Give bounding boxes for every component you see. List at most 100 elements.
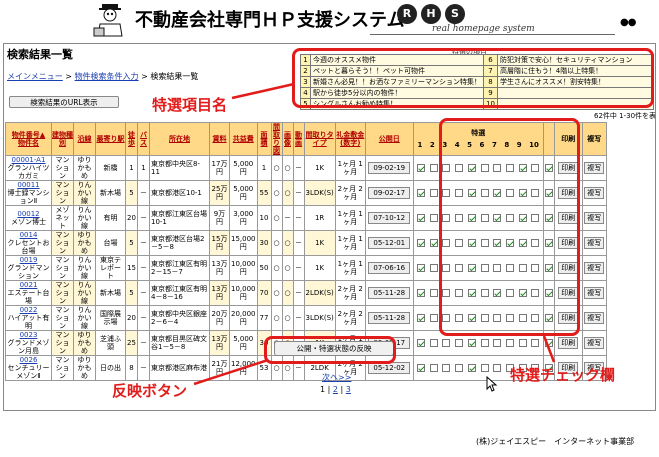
column-header[interactable]: 賃料: [209, 122, 230, 156]
publish-date-button[interactable]: 07-06-16: [368, 262, 411, 274]
column-header[interactable]: 物件番号▲ 物件名: [5, 122, 52, 156]
special-checkbox[interactable]: [417, 164, 426, 172]
property-id-link[interactable]: 0026: [7, 357, 50, 365]
special-checkbox[interactable]: [429, 314, 438, 322]
special-checkbox[interactable]: [429, 289, 438, 297]
property-id-link[interactable]: 0022: [7, 307, 50, 315]
logo-dots: ●●: [620, 17, 636, 28]
publish-date-cell: 05-12-01: [364, 230, 414, 256]
breadcrumb: メインメニュー > 物件検索条件入力 > 検索結果一覧: [7, 71, 198, 82]
copy-cell: 複写: [581, 155, 607, 181]
column-header[interactable]: 画像: [281, 122, 294, 156]
breadcrumb-search-conditions[interactable]: 物件検索条件入力: [75, 72, 139, 81]
special-checkbox[interactable]: [493, 364, 502, 372]
floorplan-flag: ○: [270, 305, 283, 331]
special-checkbox[interactable]: [417, 239, 426, 247]
special-checkbox[interactable]: [417, 214, 426, 222]
rent: 25万円: [209, 180, 230, 206]
publish-date-button[interactable]: 05-12-01: [368, 237, 411, 249]
column-header[interactable]: 動画: [292, 122, 305, 156]
copy-button[interactable]: 複写: [584, 337, 605, 349]
property-id-link[interactable]: 0021: [7, 282, 50, 290]
area: 55: [256, 180, 272, 206]
special-checkbox[interactable]: [531, 339, 540, 347]
copy-cell: 複写: [581, 180, 607, 206]
page-link-3[interactable]: 3: [346, 385, 351, 394]
special-checkbox[interactable]: [505, 339, 514, 347]
area: 10: [256, 205, 272, 231]
special-checkbox[interactable]: [493, 339, 502, 347]
special-checkbox[interactable]: [442, 339, 451, 347]
show-url-button[interactable]: 検索結果のURL表示: [9, 96, 119, 108]
special-checkbox[interactable]: [417, 264, 426, 272]
property-id-link[interactable]: 00011: [7, 182, 50, 190]
property-name: センチュリーメゾンⅡ: [7, 364, 50, 380]
train-line: ゆりかもめ: [73, 330, 96, 356]
property-id-link[interactable]: 00001-A1: [7, 157, 50, 165]
column-header[interactable]: 建物種別: [51, 122, 74, 156]
publish-date-button[interactable]: 07-10-12: [368, 212, 411, 224]
publish-date-button[interactable]: 09-02-19: [368, 162, 411, 174]
common-fee: 15,000円: [229, 230, 258, 256]
publish-date-button[interactable]: 09-02-17: [368, 187, 411, 199]
publish-date-button[interactable]: 05-11-28: [368, 312, 411, 324]
special-checkbox[interactable]: [417, 339, 426, 347]
special-checkbox[interactable]: [467, 364, 476, 372]
special-checkbox[interactable]: [429, 189, 438, 197]
page-link-2[interactable]: 2: [333, 385, 338, 394]
special-checkbox[interactable]: [455, 364, 464, 372]
special-checkbox[interactable]: [417, 364, 426, 372]
copy-button[interactable]: 複写: [584, 162, 605, 174]
column-header[interactable]: 徒歩: [125, 122, 138, 156]
special-checkbox[interactable]: [417, 189, 426, 197]
publish-date-button[interactable]: 05-11-28: [368, 287, 411, 299]
floorplan-flag: ○: [270, 205, 283, 231]
special-checkbox[interactable]: [480, 364, 489, 372]
special-checkbox[interactable]: [518, 339, 527, 347]
special-checkbox[interactable]: [455, 339, 464, 347]
layout-type: 1K: [303, 255, 336, 281]
special-checkbox[interactable]: [429, 264, 438, 272]
breadcrumb-main-menu[interactable]: メインメニュー: [7, 72, 63, 81]
area: 50: [256, 255, 272, 281]
copy-button[interactable]: 複写: [584, 262, 605, 274]
special-checkbox[interactable]: [429, 339, 438, 347]
copy-button[interactable]: 複写: [584, 212, 605, 224]
special-checkbox[interactable]: [429, 164, 438, 172]
copy-button[interactable]: 複写: [584, 287, 605, 299]
column-header[interactable]: 公開日: [364, 122, 414, 156]
copy-button[interactable]: 複写: [584, 187, 605, 199]
property-cell: 0022 ハイアット有明: [5, 305, 52, 331]
address: 東京都江東区有明4－8－16: [149, 280, 210, 306]
special-checkbox[interactable]: [442, 364, 451, 372]
column-header[interactable]: 所在地: [149, 122, 210, 156]
special-checkbox[interactable]: [417, 314, 426, 322]
special-checkbox[interactable]: [417, 289, 426, 297]
copy-button[interactable]: 複写: [584, 312, 605, 324]
column-header[interactable]: 間取りタイプ: [303, 122, 336, 156]
column-header[interactable]: 間取り図: [270, 122, 283, 156]
column-header[interactable]: バス: [137, 122, 150, 156]
special-checkbox[interactable]: [429, 214, 438, 222]
special-checkbox[interactable]: [480, 339, 489, 347]
property-id-link[interactable]: 0019: [7, 257, 50, 265]
special-checkbox[interactable]: [429, 239, 438, 247]
column-header[interactable]: 最寄り駅: [95, 122, 126, 156]
deposit-key-money: 1ヶ月 1ヶ月: [334, 155, 366, 181]
special-checkbox[interactable]: [429, 364, 438, 372]
column-header[interactable]: 面積: [256, 122, 272, 156]
bus-minutes: －: [137, 205, 150, 231]
column-header[interactable]: 沿線: [73, 122, 96, 156]
special-checkbox[interactable]: [467, 339, 476, 347]
next-page-link[interactable]: 次へ>>: [322, 372, 351, 383]
column-header[interactable]: 礼金敷金(数字): [334, 122, 366, 156]
logo-letter-r: R: [397, 4, 417, 24]
building-type: メゾネット: [51, 205, 74, 231]
property-id-link[interactable]: 0014: [7, 232, 50, 240]
system-title: 不動産会社専門ＨＰ支援システム: [135, 10, 405, 31]
print-button[interactable]: 印刷: [558, 337, 579, 349]
copy-button[interactable]: 複写: [584, 237, 605, 249]
column-header[interactable]: 共益費: [229, 122, 258, 156]
property-id-link[interactable]: 0023: [7, 332, 50, 340]
property-id-link[interactable]: 00012: [7, 210, 50, 218]
